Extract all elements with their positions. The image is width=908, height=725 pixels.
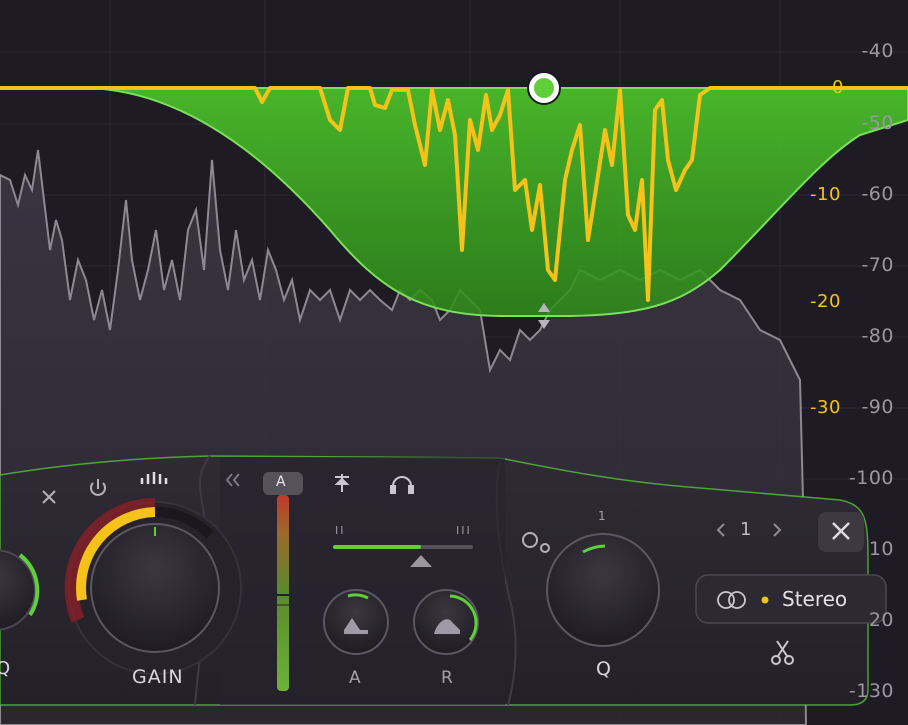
db-scale-label: -80 — [861, 325, 894, 347]
left-cut-label: Q — [0, 658, 11, 679]
db-scale-label: -70 — [861, 254, 894, 276]
db-scale-label: -50 — [861, 112, 894, 134]
db-scale-label: -130 — [848, 680, 894, 702]
gr-scale-label: -10 — [810, 184, 841, 205]
stereo-label[interactable]: Stereo — [782, 587, 847, 611]
q-value-mark: 1 — [598, 509, 606, 523]
gain-label: GAIN — [132, 666, 184, 688]
analyzer-stage[interactable] — [0, 0, 908, 725]
attack-label: A — [349, 668, 361, 688]
meter-badge-label[interactable]: A — [276, 474, 286, 490]
db-scale-label: -90 — [861, 396, 894, 418]
close-band-button[interactable] — [818, 512, 864, 552]
db-scale-label: -40 — [861, 40, 894, 62]
gain-knob[interactable] — [64, 497, 242, 675]
q-label: Q — [596, 658, 611, 680]
q-knob[interactable] — [546, 533, 660, 647]
gr-scale-label: -30 — [810, 397, 841, 418]
db-scale-label: -100 — [848, 467, 894, 489]
knee-max-mark: III — [456, 524, 472, 537]
band-handle[interactable] — [527, 71, 561, 105]
band-number[interactable]: 1 — [740, 519, 751, 540]
gr-scale-label: -20 — [810, 291, 841, 312]
knee-min-mark: II — [335, 524, 346, 537]
attack-knob[interactable] — [323, 589, 389, 655]
gr-scale-label: 0 — [832, 77, 844, 98]
db-scale-label: -60 — [861, 183, 894, 205]
release-knob[interactable] — [413, 589, 479, 655]
output-meter — [277, 495, 289, 691]
release-label: R — [441, 668, 453, 688]
panel-center-shade — [220, 457, 505, 705]
